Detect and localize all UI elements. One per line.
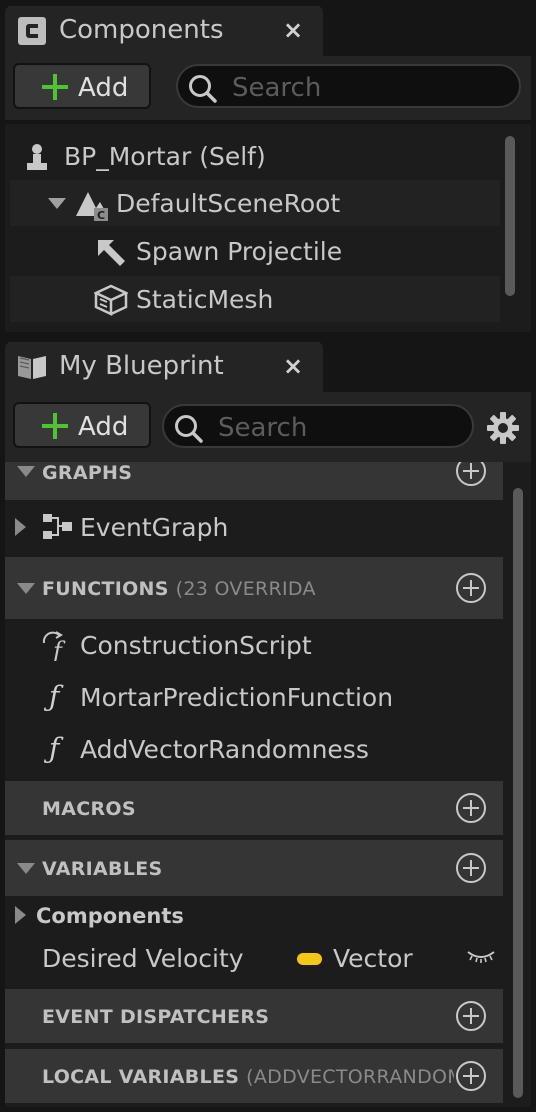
plus-icon [41, 73, 69, 101]
list-item-mortarpredictionfunction[interactable]: ƒ MortarPredictionFunction [5, 673, 503, 723]
components-tab[interactable]: Components × [5, 6, 323, 56]
close-icon[interactable]: × [283, 18, 303, 42]
my-blueprint-tab[interactable]: My Blueprint × [5, 342, 323, 392]
blueprint-toolbar: Add Search [5, 392, 531, 462]
section-title: VARIABLES [42, 858, 163, 880]
eye-closed-icon[interactable] [466, 948, 496, 964]
function-icon: ƒ [49, 680, 60, 713]
add-button-label: Add [78, 412, 129, 442]
search-icon [189, 75, 217, 103]
blueprint-book-icon [18, 356, 46, 379]
components-search-input[interactable]: Search [176, 64, 521, 108]
components-toolbar: Add Search [5, 56, 531, 120]
search-icon [175, 415, 203, 443]
search-placeholder: Search [218, 413, 308, 443]
static-mesh-icon [94, 284, 128, 316]
category-label: Components [36, 904, 184, 928]
list-item-addvectorrandomness[interactable]: ƒ AddVectorRandomness [5, 725, 503, 775]
add-macro-icon[interactable] [456, 793, 486, 823]
svg-text:f: f [51, 637, 66, 661]
chevron-down-icon[interactable] [17, 863, 35, 874]
tree-item-spawn-projectile[interactable]: Spawn Projectile [10, 228, 500, 274]
chevron-down-icon[interactable] [17, 466, 35, 477]
add-button-label: Add [78, 73, 129, 103]
add-local-variable-icon[interactable] [456, 1061, 486, 1091]
tree-item-self[interactable]: BP_Mortar (Self) [10, 132, 500, 180]
section-title: MACROS [42, 798, 136, 820]
item-label: ConstructionScript [80, 631, 312, 660]
section-variables[interactable]: VARIABLES [5, 840, 503, 896]
chevron-right-icon[interactable] [15, 518, 26, 536]
my-blueprint-tab-title: My Blueprint [59, 351, 224, 381]
section-event-dispatchers[interactable]: EVENT DISPATCHERS [5, 989, 503, 1043]
components-tree: BP_Mortar (Self) C DefaultSceneRoot Spaw… [5, 124, 531, 332]
event-graph-icon [43, 514, 72, 539]
add-function-icon[interactable] [456, 573, 486, 603]
components-tab-title: Components [59, 15, 224, 45]
tree-item-label: Spawn Projectile [136, 237, 343, 266]
vector-type-pin-icon [297, 953, 322, 965]
components-scrollbar[interactable] [505, 136, 515, 296]
tree-item-label: DefaultSceneRoot [116, 189, 341, 218]
add-component-button[interactable]: Add [13, 63, 151, 109]
components-icon [18, 17, 46, 45]
svg-text:C: C [97, 209, 105, 222]
blueprint-scrollbar[interactable] [513, 488, 523, 1098]
item-label: MortarPredictionFunction [80, 683, 394, 712]
search-placeholder: Search [232, 73, 322, 103]
arrow-component-icon [98, 240, 125, 266]
close-icon[interactable]: × [283, 354, 303, 378]
list-item-constructionscript[interactable]: f ConstructionScript [5, 621, 503, 671]
section-title: GRAPHS [42, 462, 133, 484]
function-icon: ƒ [49, 732, 60, 765]
tree-item-defaultsceneroot[interactable]: C DefaultSceneRoot [10, 180, 500, 226]
plus-icon [41, 412, 69, 440]
construction-script-icon: f [42, 631, 66, 661]
add-graph-icon[interactable] [456, 462, 486, 486]
section-title: LOCAL VARIABLES (ADDVECTORRANDOMN [42, 1066, 454, 1088]
section-macros[interactable]: MACROS [5, 781, 503, 835]
tree-item-label: BP_Mortar (Self) [64, 142, 266, 171]
add-event-dispatcher-icon[interactable] [456, 1001, 486, 1031]
chevron-down-icon[interactable] [48, 198, 66, 209]
scene-root-icon: C [76, 192, 108, 222]
section-local-variables[interactable]: LOCAL VARIABLES (ADDVECTORRANDOMN [5, 1049, 503, 1103]
section-functions[interactable]: FUNCTIONS (23 OVERRIDA [5, 557, 503, 619]
pawn-icon [27, 144, 47, 170]
variable-type[interactable]: Vector [333, 946, 413, 971]
add-variable-icon[interactable] [456, 853, 486, 883]
gear-icon[interactable] [486, 411, 520, 445]
item-label: AddVectorRandomness [80, 735, 369, 764]
section-title: FUNCTIONS (23 OVERRIDA [42, 578, 316, 600]
section-graphs[interactable]: GRAPHS [5, 462, 503, 500]
add-member-button[interactable]: Add [13, 402, 151, 448]
variable-category-components[interactable]: Components [5, 898, 503, 934]
blueprint-search-input[interactable]: Search [162, 404, 474, 448]
list-item-eventgraph[interactable]: EventGraph [5, 500, 503, 554]
tree-item-staticmesh[interactable]: StaticMesh [10, 276, 500, 322]
tree-item-label: StaticMesh [136, 285, 274, 314]
variable-name: Desired Velocity [42, 944, 244, 973]
variable-row-desired-velocity[interactable]: Desired Velocity Vector [5, 934, 503, 984]
item-label: EventGraph [80, 513, 229, 542]
section-title: EVENT DISPATCHERS [42, 1006, 270, 1028]
chevron-down-icon[interactable] [17, 583, 35, 594]
chevron-right-icon[interactable] [15, 906, 26, 924]
